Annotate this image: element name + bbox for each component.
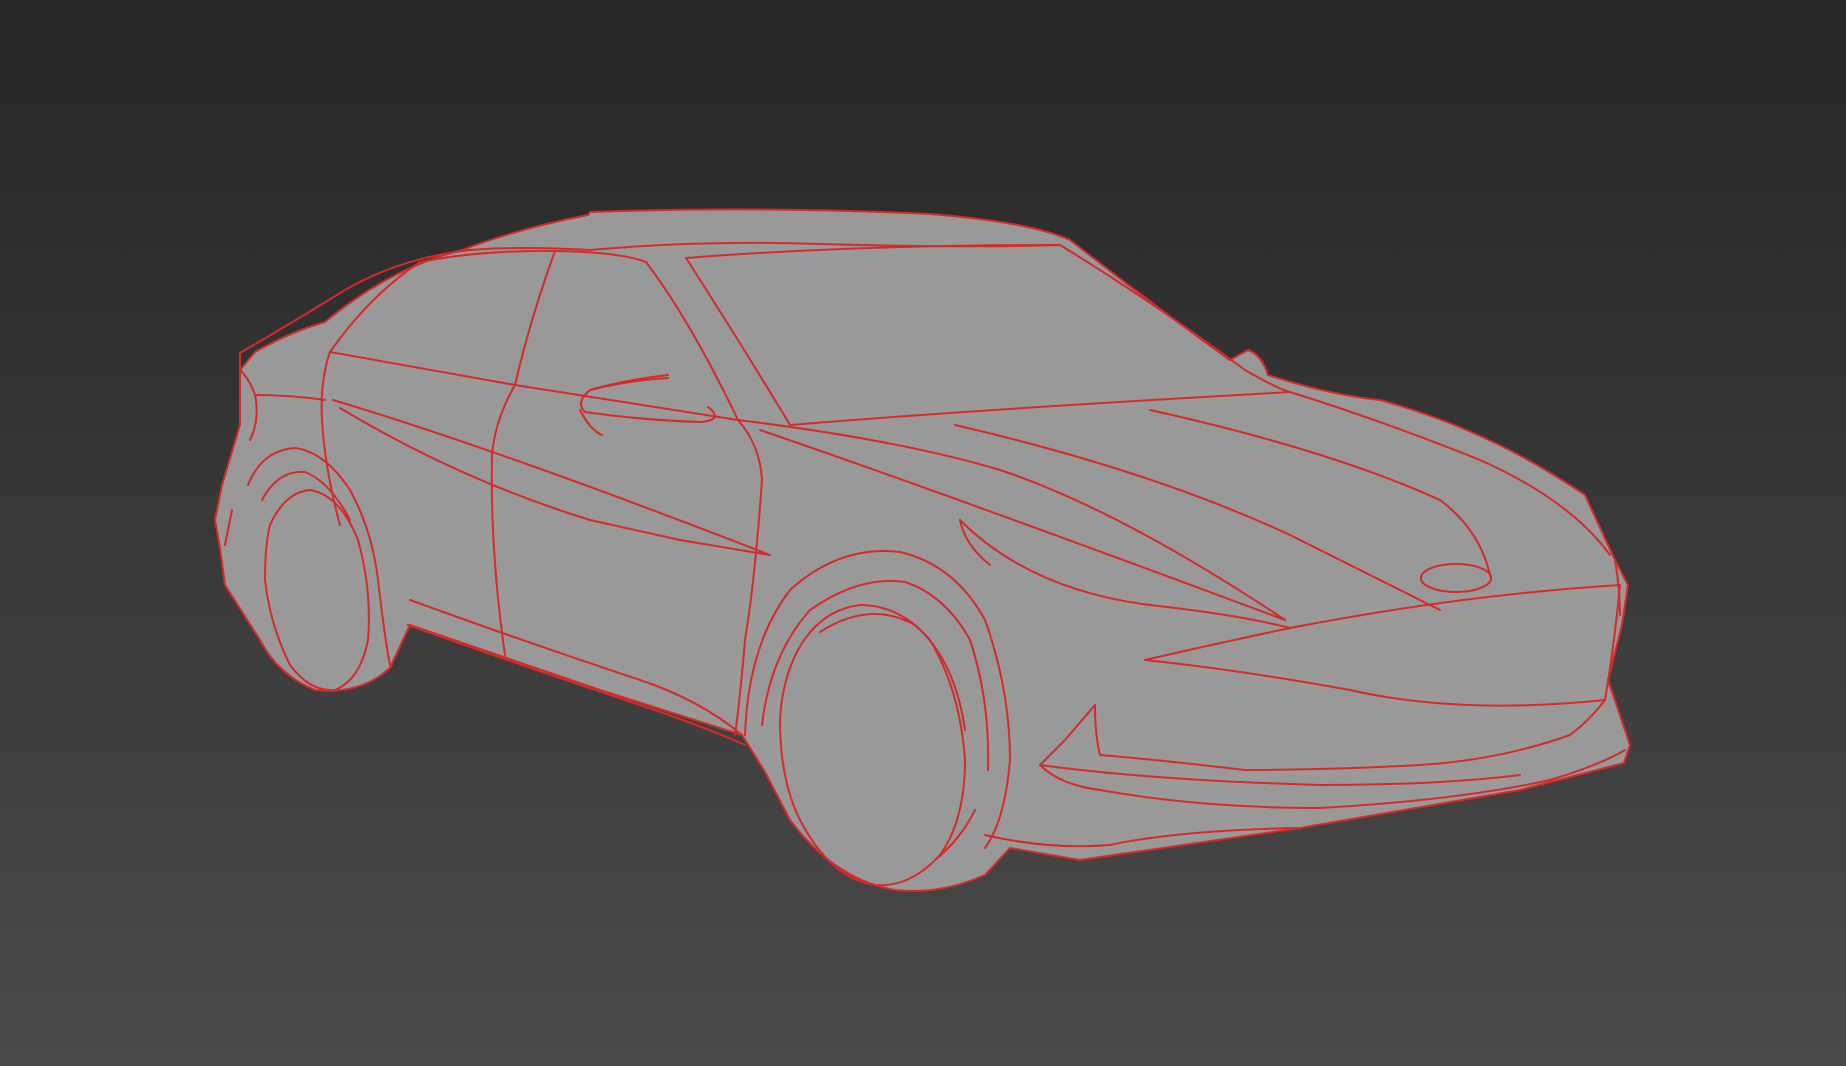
- 3d-viewport[interactable]: [0, 0, 1846, 1066]
- viewport-canvas[interactable]: [0, 0, 1846, 1066]
